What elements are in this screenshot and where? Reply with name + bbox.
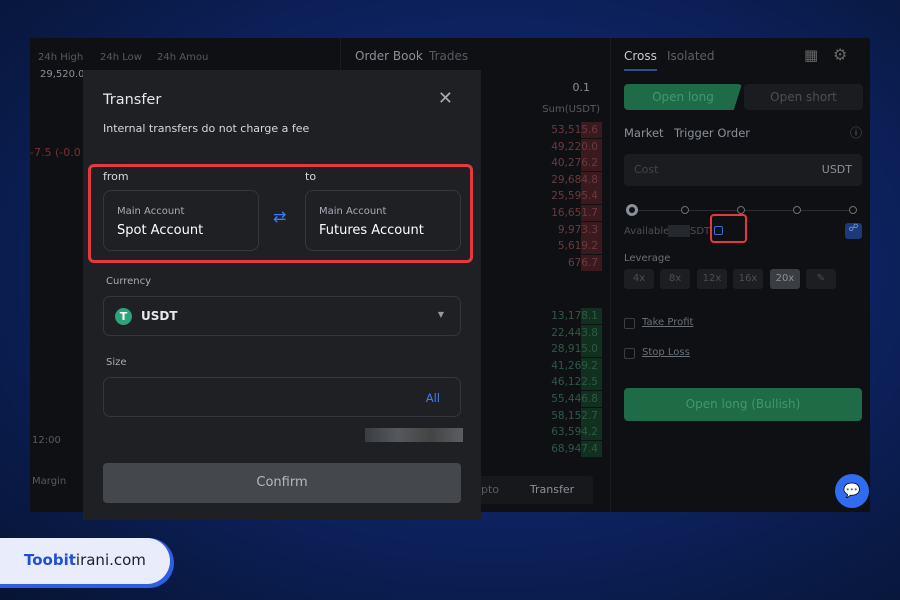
ask-row[interactable]: 5,619.2	[532, 238, 602, 255]
currency-select[interactable]: T USDT ▼	[103, 296, 461, 336]
leverage-8x[interactable]: 8x	[660, 269, 690, 289]
brand-rest: irani.com	[75, 551, 146, 569]
bid-row[interactable]: 41,269.2	[532, 357, 602, 374]
redacted-balance	[365, 428, 463, 442]
chevron-down-icon: ▼	[437, 310, 444, 319]
users-icon[interactable]: ☍	[845, 223, 862, 239]
cost-unit: USDT	[821, 163, 852, 176]
stat-label: 24h High	[38, 52, 84, 63]
ask-row[interactable]: 40,276.2	[532, 155, 602, 172]
from-label: from	[103, 170, 129, 183]
bid-row[interactable]: 68,947.4	[532, 440, 602, 457]
cost-placeholder: Cost	[634, 163, 659, 176]
leverage-12x[interactable]: 12x	[697, 269, 727, 289]
bid-row[interactable]: 46,122.5	[532, 374, 602, 391]
tab-isolated[interactable]: Isolated	[667, 49, 715, 63]
ask-row[interactable]: 25,595.4	[532, 188, 602, 205]
bid-row[interactable]: 13,178.1	[532, 308, 602, 324]
bid-row[interactable]: 63,594.2	[532, 424, 602, 441]
ask-row[interactable]: 676.7	[532, 254, 602, 271]
bid-row[interactable]: 28,915.0	[532, 341, 602, 358]
modal-subtitle: Internal transfers do not charge a fee	[103, 122, 310, 135]
time-label: 12:00	[32, 435, 61, 446]
to-account-name: Futures Account	[319, 223, 424, 238]
bid-row[interactable]: 55,446.8	[532, 391, 602, 407]
chat-support-icon[interactable]: 💬	[835, 474, 869, 508]
confirm-button[interactable]: Confirm	[103, 463, 461, 503]
ask-row[interactable]: 9,973.3	[532, 221, 602, 238]
open-long-button[interactable]: Open long (Bullish)	[624, 388, 862, 421]
transfer-modal: Transfer ✕ Internal transfers do not cha…	[83, 70, 481, 520]
modal-title: Transfer	[103, 92, 162, 108]
gear-icon[interactable]: ⚙	[833, 45, 847, 64]
price-change: -7.5 (-0.0	[30, 146, 81, 159]
stat-label: 24h Amou	[157, 52, 209, 63]
transfer-button[interactable]: Transfer	[511, 476, 593, 504]
tab-market[interactable]: Market	[624, 126, 664, 140]
open-short-tab[interactable]: Open short	[744, 84, 863, 110]
take-profit-checkbox[interactable]	[624, 318, 635, 329]
currency-label: Currency	[106, 276, 152, 287]
brand-bold: Toobit	[24, 551, 76, 569]
bid-row[interactable]: 22,443.8	[532, 324, 602, 341]
stat-label: 24h Low	[100, 52, 142, 63]
calculator-icon[interactable]: ▦	[804, 46, 818, 64]
available-unit: SDT	[690, 226, 711, 237]
info-icon[interactable]: ⓘ	[850, 124, 862, 141]
slider-stop[interactable]	[737, 206, 745, 214]
from-account-sub: Main Account	[117, 206, 185, 217]
to-account-sub: Main Account	[319, 206, 387, 217]
tether-icon: T	[115, 308, 132, 325]
ask-row[interactable]: 53,515.6	[532, 122, 602, 138]
cost-input[interactable]: Cost USDT	[624, 154, 862, 186]
open-long-tab[interactable]: Open long	[624, 84, 742, 110]
slider-stop[interactable]	[681, 206, 689, 214]
high-value: 29,520.0	[40, 69, 85, 80]
tab-trades[interactable]: Trades	[429, 49, 468, 63]
from-account-select[interactable]: Main Account Spot Account	[103, 190, 259, 251]
slider-stop[interactable]	[849, 206, 857, 214]
size-input[interactable]: All	[103, 377, 461, 417]
brand-badge: Toobitirani.com	[0, 538, 170, 584]
tab-order-book[interactable]: Order Book	[355, 49, 423, 63]
trade-panel: Cross Isolated ▦ ⚙ Open long Open short …	[610, 38, 870, 512]
tab-trigger-order[interactable]: Trigger Order	[674, 126, 750, 140]
to-account-select[interactable]: Main Account Futures Account	[305, 190, 461, 251]
stop-loss-checkbox[interactable]	[624, 348, 635, 359]
swap-icon[interactable]: ⇄	[273, 207, 286, 226]
leverage-label: Leverage	[624, 253, 671, 264]
leverage-20x[interactable]: 20x	[770, 269, 800, 289]
take-profit-label[interactable]: Take Profit	[642, 317, 693, 328]
highlight-box	[710, 214, 747, 243]
bid-row[interactable]: 58,152.7	[532, 407, 602, 424]
ask-row[interactable]: 16,651.7	[532, 205, 602, 221]
redacted-balance	[668, 225, 690, 237]
edit-leverage-icon[interactable]: ✎	[806, 269, 836, 289]
leverage-16x[interactable]: 16x	[733, 269, 763, 289]
slider-stop[interactable]	[626, 204, 638, 216]
from-account-name: Spot Account	[117, 223, 204, 238]
stop-loss-label[interactable]: Stop Loss	[642, 347, 690, 358]
slider-stop[interactable]	[793, 206, 801, 214]
tab-margin[interactable]: Margin	[32, 476, 66, 487]
to-label: to	[305, 170, 317, 183]
precision-select[interactable]: 0.1	[573, 81, 591, 94]
tab-cross[interactable]: Cross	[624, 49, 657, 71]
sum-header: Sum(USDT)	[542, 104, 600, 115]
close-icon[interactable]: ✕	[438, 88, 453, 109]
size-label: Size	[106, 357, 127, 368]
all-button[interactable]: All	[426, 391, 440, 405]
ask-row[interactable]: 29,684.8	[532, 171, 602, 188]
leverage-4x[interactable]: 4x	[624, 269, 654, 289]
ask-row[interactable]: 49,220.0	[532, 138, 602, 155]
currency-value: USDT	[141, 309, 178, 323]
available-label: Available	[624, 226, 670, 237]
